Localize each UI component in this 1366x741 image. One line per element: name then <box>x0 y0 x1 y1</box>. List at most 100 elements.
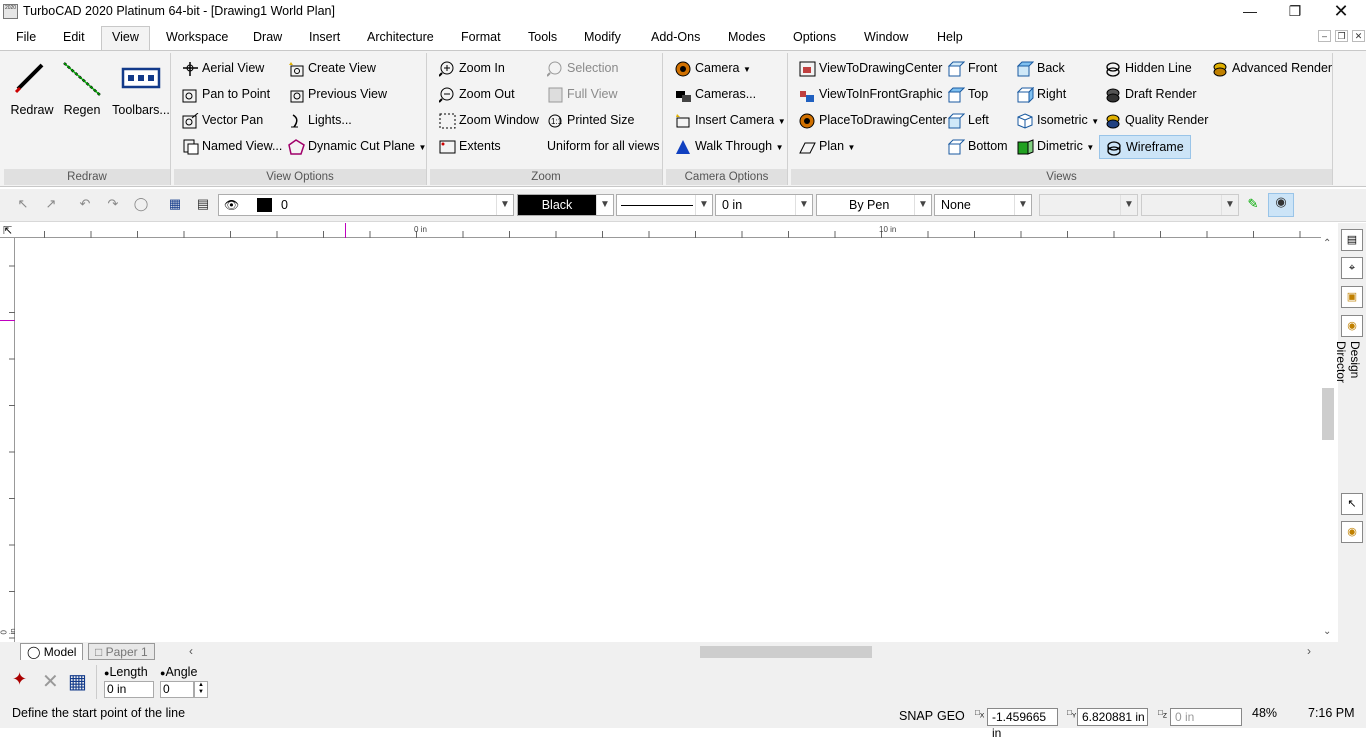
menu-modify[interactable]: Modify <box>584 30 621 44</box>
mdi-close-button[interactable]: ✕ <box>1352 30 1365 42</box>
camera-button[interactable]: Camera ▼ <box>675 57 751 79</box>
close-button[interactable]: ✕ <box>1318 0 1364 24</box>
layers-icon[interactable]: ▤ <box>194 196 212 214</box>
dock-render-icon[interactable]: ◉ <box>1341 315 1363 337</box>
menu-format[interactable]: Format <box>461 30 501 44</box>
render-mode-icon[interactable]: ◉ <box>1268 193 1294 217</box>
bottom-view-button[interactable]: Bottom <box>947 135 1008 157</box>
scroll-down-icon[interactable]: ⌄ <box>1323 626 1331 637</box>
menu-options[interactable]: Options <box>793 30 836 44</box>
horizontal-scrollbar[interactable]: ‹ › <box>186 644 1320 660</box>
redo-icon[interactable]: ↷ <box>104 196 122 214</box>
undo-icon[interactable]: ↶ <box>76 196 94 214</box>
vector-pan-button[interactable]: Vector Pan <box>182 109 263 131</box>
blank-select-1[interactable]: ▼ <box>1039 194 1138 216</box>
regen-button[interactable]: Regen <box>58 57 106 117</box>
snap-toggle[interactable]: SNAP <box>899 709 933 723</box>
walk-through-button[interactable]: Walk Through ▼ <box>675 135 784 157</box>
angle-input[interactable]: 0 <box>160 681 194 698</box>
lights-button[interactable]: Lights... <box>288 109 352 131</box>
draft-render-button[interactable]: Draft Render <box>1105 83 1197 105</box>
pen-select[interactable]: By Pen ▼ <box>816 194 932 216</box>
dock-materials-icon[interactable]: ◉ <box>1341 521 1363 543</box>
dock-pointer-icon[interactable]: ↖ <box>1341 493 1363 515</box>
back-view-button[interactable]: Back <box>1016 57 1065 79</box>
hidden-line-button[interactable]: Hidden Line <box>1105 57 1192 79</box>
previous-view-button[interactable]: Previous View <box>288 83 387 105</box>
design-director-tab[interactable]: Design Director <box>1334 341 1362 421</box>
menu-draw[interactable]: Draw <box>253 30 282 44</box>
menu-architecture[interactable]: Architecture <box>367 30 434 44</box>
angle-stepper[interactable]: ▲ ▼ <box>194 681 208 698</box>
dock-3d-icon[interactable]: ▣ <box>1341 286 1363 308</box>
zoom-window-button[interactable]: Zoom Window <box>439 109 539 131</box>
front-view-button[interactable]: Front <box>947 57 997 79</box>
line-width-select[interactable]: 0 in ▼ <box>715 194 813 216</box>
view-to-drawing-center-button[interactable]: ViewToDrawingCenter <box>799 57 942 79</box>
toolbars-button[interactable]: Toolbars... <box>112 57 170 117</box>
tab-paper-1[interactable]: □ Paper 1 <box>88 643 155 660</box>
dock-properties-icon[interactable]: ▤ <box>1341 229 1363 251</box>
aerial-view-button[interactable]: Aerial View <box>182 57 264 79</box>
menu-workspace[interactable]: Workspace <box>166 30 228 44</box>
named-view-button[interactable]: Named View... <box>182 135 282 157</box>
table-icon[interactable]: ▦ <box>166 196 184 214</box>
left-view-button[interactable]: Left <box>947 109 989 131</box>
isometric-view-button[interactable]: Isometric ▼ <box>1017 109 1099 131</box>
vertical-scrollbar[interactable]: ⌃ ⌄ <box>1320 238 1336 642</box>
view-to-in-front-graphic-button[interactable]: ViewToInFrontGraphic <box>799 83 942 105</box>
z-coordinate-field[interactable]: 0 in <box>1170 708 1242 726</box>
top-view-button[interactable]: Top <box>947 83 988 105</box>
zoom-out-button[interactable]: Zoom Out <box>438 83 515 105</box>
menu-help[interactable]: Help <box>937 30 963 44</box>
dynamic-cut-plane-button[interactable]: Dynamic Cut Plane ▼ <box>288 135 426 157</box>
zoom-selection-button[interactable]: Selection <box>546 57 618 79</box>
x-coordinate-field[interactable]: -1.459665 in <box>987 708 1058 740</box>
ruler-origin-icon[interactable]: ⇱ <box>3 224 12 237</box>
right-view-button[interactable]: Right <box>1016 83 1066 105</box>
line-tool-icon[interactable]: ✦ <box>12 669 27 690</box>
menu-tools[interactable]: Tools <box>528 30 557 44</box>
place-to-drawing-center-button[interactable]: PlaceToDrawingCenter <box>799 109 947 131</box>
menu-modes[interactable]: Modes <box>728 30 766 44</box>
select-edit-icon[interactable]: ↗ <box>42 196 60 214</box>
printed-size-button[interactable]: 1:1 Printed Size <box>547 109 634 131</box>
quality-render-button[interactable]: Quality Render <box>1105 109 1208 131</box>
scroll-up-icon[interactable]: ⌃ <box>1323 238 1331 249</box>
cameras-button[interactable]: Cameras... <box>675 83 756 105</box>
mdi-minimize-button[interactable]: – <box>1318 30 1331 42</box>
dock-selection-icon[interactable]: ⌖ <box>1341 257 1363 279</box>
uniform-for-all-views-button[interactable]: Uniform for all views <box>547 135 660 157</box>
fill-select[interactable]: None ▼ <box>934 194 1032 216</box>
pan-to-point-button[interactable]: Pan to Point <box>182 83 270 105</box>
blank-select-2[interactable]: ▼ <box>1141 194 1239 216</box>
insert-camera-button[interactable]: Insert Camera ▼ <box>675 109 786 131</box>
advanced-render-button[interactable]: Advanced Render <box>1212 57 1332 79</box>
layer-select[interactable]: 👁 0 ▼ <box>218 194 514 216</box>
pen-tool-icon[interactable]: ✎ <box>1244 196 1262 214</box>
wireframe-button[interactable]: Wireframe <box>1099 135 1191 159</box>
cancel-icon[interactable]: ✕ <box>42 669 59 694</box>
length-input[interactable]: 0 in <box>104 681 154 698</box>
color-select[interactable]: Black ▼ <box>517 194 614 216</box>
scroll-left-icon[interactable]: ‹ <box>189 644 193 658</box>
menu-edit[interactable]: Edit <box>63 30 85 44</box>
lasso-icon[interactable]: ◯ <box>132 196 150 214</box>
menu-add-ons[interactable]: Add-Ons <box>651 30 700 44</box>
redraw-button[interactable]: Redraw <box>8 57 56 117</box>
plan-button[interactable]: Plan ▼ <box>799 135 855 157</box>
restore-button[interactable]: ❐ <box>1272 0 1318 24</box>
zoom-in-button[interactable]: Zoom In <box>438 57 505 79</box>
properties-icon[interactable]: ▦ <box>68 669 87 694</box>
tab-model[interactable]: ◯ Model <box>20 643 84 660</box>
dimetric-view-button[interactable]: Dimetric ▼ <box>1017 135 1094 157</box>
menu-window[interactable]: Window <box>864 30 908 44</box>
minimize-button[interactable]: — <box>1227 0 1273 24</box>
line-style-select[interactable]: ▼ <box>616 194 713 216</box>
extents-button[interactable]: Extents <box>439 135 501 157</box>
geo-toggle[interactable]: GEO <box>937 709 965 723</box>
full-view-button[interactable]: Full View <box>547 83 617 105</box>
mdi-restore-button[interactable]: ❐ <box>1335 30 1348 42</box>
menu-file[interactable]: File <box>16 30 36 44</box>
create-view-button[interactable]: Create View <box>288 57 376 79</box>
